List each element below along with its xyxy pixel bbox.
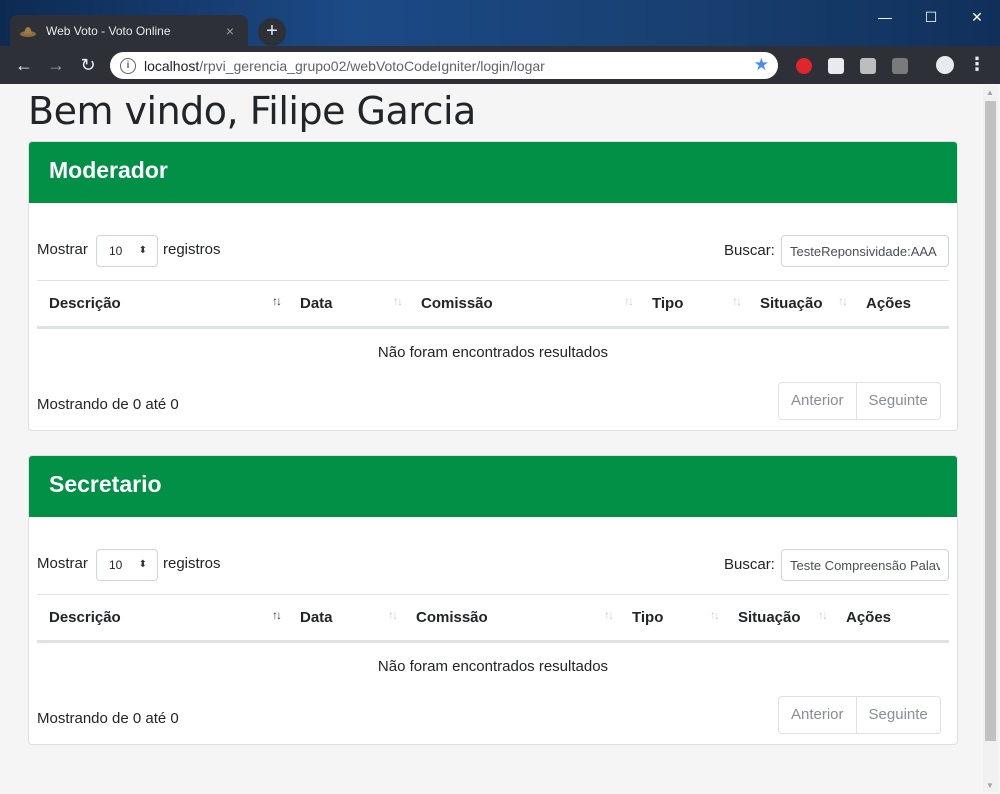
back-button[interactable]: ← [12, 53, 36, 77]
panel-title: Moderador [49, 157, 168, 183]
length-suffix: registros [163, 241, 221, 258]
menu-kebab-icon[interactable]: ⋮ [968, 54, 986, 74]
sort-icon: ↑↓ [818, 608, 828, 622]
page-viewport: Bem vindo, Filipe Garcia Moderador Mostr… [0, 84, 1000, 794]
select-caret-icon: ⬍ [138, 245, 147, 256]
column-header-descricao[interactable]: Descrição ↑↓ [37, 280, 288, 329]
sort-icon: ↑↓ [393, 294, 403, 308]
info-icon[interactable]: i [120, 57, 136, 74]
table-controls: Mostrar 10 ⬍ registros Buscar: [37, 235, 949, 267]
close-window-button[interactable]: ✕ [954, 4, 1000, 30]
panel-header: Moderador [29, 142, 957, 203]
new-tab-button[interactable]: + [258, 18, 286, 46]
length-label: Mostrar [37, 555, 88, 572]
sort-icon: ↑↓ [838, 294, 848, 308]
table-info: Mostrando de 0 até 0 [37, 396, 179, 413]
sort-icon: ↑↓ [604, 608, 614, 622]
sort-icon: ↑↓ [710, 608, 720, 622]
next-page-button[interactable]: Seguinte [856, 696, 941, 734]
reload-button[interactable]: ↻ [76, 53, 100, 77]
length-label: Mostrar [37, 241, 88, 258]
column-header-tipo[interactable]: Tipo ↑↓ [640, 280, 748, 329]
scroll-up-icon[interactable]: ▲ [986, 88, 994, 97]
page-length-value: 10 [109, 244, 123, 258]
column-header-situacao[interactable]: Situação ↑↓ [748, 280, 854, 329]
hat-icon [20, 27, 36, 37]
panel-title: Secretario [49, 471, 162, 497]
data-table: Descrição ↑↓ Data ↑↓ Comissão ↑↓ Tipo ↑↓ Sit… [37, 594, 949, 690]
page-length-value: 10 [109, 558, 123, 572]
table-controls: Mostrar 10 ⬍ registros Buscar: [37, 549, 949, 581]
search-input[interactable] [781, 235, 949, 267]
sort-icon: ↑↓ [388, 608, 398, 622]
column-header-data[interactable]: Data ↑↓ [288, 280, 409, 329]
minimize-button[interactable]: — [862, 4, 908, 30]
column-header-comissao[interactable]: Comissão ↑↓ [409, 280, 640, 329]
data-table: Descrição ↑↓ Data ↑↓ Comissão ↑↓ Tipo ↑↓ Sit… [37, 280, 949, 376]
table-row: Não foram encontrados resultados [37, 328, 949, 376]
page-length-select[interactable]: 10 ⬍ [96, 235, 158, 267]
column-header-acoes: Ações [834, 594, 949, 643]
adblock-icon[interactable] [796, 58, 812, 74]
table-row: Não foram encontrados resultados [37, 642, 949, 690]
column-header-descricao[interactable]: Descrição ↑↓ [37, 594, 288, 643]
page-length-select[interactable]: 10 ⬍ [96, 549, 158, 581]
sort-asc-icon: ↑↓ [272, 608, 282, 622]
browser-titlebar: Web Voto - Voto Online × + — ☐ ✕ [0, 0, 1000, 47]
maximize-button[interactable]: ☐ [908, 4, 954, 30]
browser-tab[interactable]: Web Voto - Voto Online × [10, 15, 248, 47]
tab-title: Web Voto - Voto Online [46, 24, 171, 38]
search-label: Buscar: [724, 242, 775, 259]
previous-page-button[interactable]: Anterior [778, 696, 857, 734]
sort-icon: ↑↓ [732, 294, 742, 308]
secretario-panel: Secretario Mostrar 10 ⬍ registros Buscar… [28, 455, 958, 745]
length-suffix: registros [163, 555, 221, 572]
tab-close-icon[interactable]: × [222, 23, 238, 39]
moderador-panel: Moderador Mostrar 10 ⬍ registros Buscar:… [28, 141, 958, 431]
scroll-down-icon[interactable]: ▼ [986, 781, 994, 790]
se-icon[interactable] [892, 58, 908, 74]
pagination: Anterior Seguinte [778, 696, 941, 734]
scroll-thumb[interactable] [985, 101, 996, 741]
empty-message: Não foram encontrados resultados [377, 343, 609, 361]
column-header-data[interactable]: Data ↑↓ [288, 594, 404, 643]
page-scrollbar[interactable]: ▲ ▼ [983, 86, 998, 792]
page-title: Bem vindo, Filipe Garcia [28, 89, 476, 133]
pagination: Anterior Seguinte [778, 382, 941, 420]
column-header-comissao[interactable]: Comissão ↑↓ [404, 594, 620, 643]
search-label: Buscar: [724, 556, 775, 573]
url-path: /rpvi_gerencia_grupo02/webVotoCodeIgnite… [199, 57, 545, 74]
forward-button[interactable]: → [44, 53, 68, 77]
next-page-button[interactable]: Seguinte [856, 382, 941, 420]
column-header-tipo[interactable]: Tipo ↑↓ [620, 594, 726, 643]
m-icon[interactable] [860, 58, 876, 74]
search-input[interactable] [781, 549, 949, 581]
browser-toolbar: ← → ↻ i localhost/rpvi_gerencia_grupo02/… [0, 46, 1000, 84]
sort-asc-icon: ↑↓ [272, 294, 282, 308]
cube-icon[interactable] [828, 58, 844, 74]
bookmark-star-icon[interactable]: ★ [754, 55, 769, 75]
empty-message: Não foram encontrados resultados [377, 657, 609, 675]
sort-icon: ↑↓ [624, 294, 634, 308]
account-icon[interactable] [936, 56, 954, 74]
url-host: localhost [144, 57, 200, 74]
address-bar[interactable]: i localhost/rpvi_gerencia_grupo02/webVot… [110, 52, 778, 79]
column-header-acoes: Ações [854, 280, 949, 329]
column-header-situacao[interactable]: Situação ↑↓ [726, 594, 834, 643]
previous-page-button[interactable]: Anterior [778, 382, 857, 420]
panel-header: Secretario [29, 456, 957, 517]
table-info: Mostrando de 0 até 0 [37, 710, 179, 727]
select-caret-icon: ⬍ [138, 559, 147, 570]
